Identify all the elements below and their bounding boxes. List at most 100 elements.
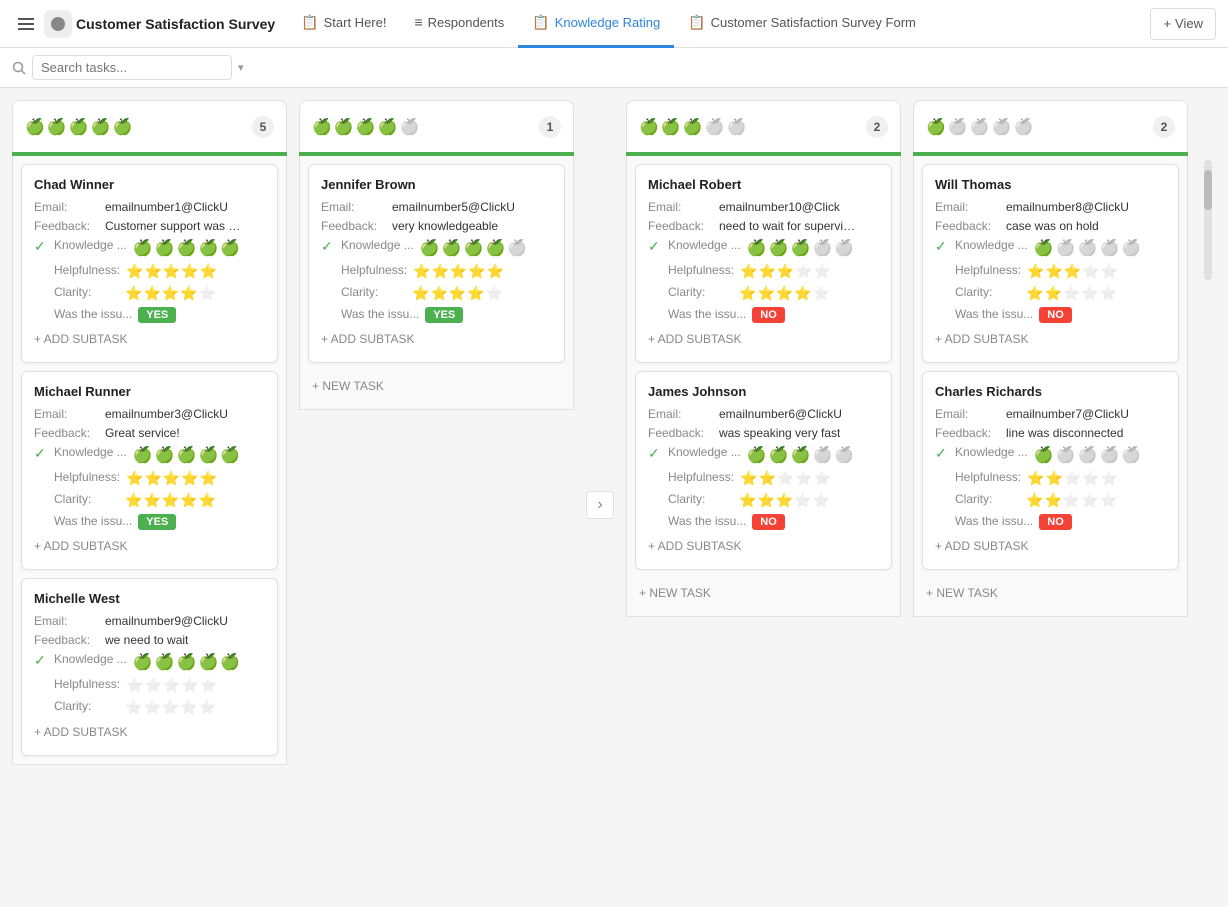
- star-filled: ⭐: [162, 492, 179, 509]
- add-subtask-btn[interactable]: + ADD SUBTASK: [648, 535, 879, 557]
- star-group: ⭐⭐⭐⭐⭐: [413, 263, 504, 280]
- knowledge-label: Knowledge ...: [668, 445, 741, 459]
- add-subtask-btn[interactable]: + ADD SUBTASK: [34, 535, 265, 557]
- apple-gray: 🍏: [1121, 445, 1141, 465]
- issue-label: Was the issu...: [668, 307, 746, 321]
- star-filled: ⭐: [776, 492, 793, 509]
- star-filled: ⭐: [412, 285, 429, 302]
- tab-start-icon: 📋: [301, 14, 318, 31]
- add-subtask-btn[interactable]: + ADD SUBTASK: [935, 535, 1166, 557]
- email-label: Email:: [648, 407, 713, 421]
- task-name: Chad Winner: [34, 177, 265, 192]
- tab-form-label: Customer Satisfaction Survey Form: [711, 15, 916, 30]
- helpfulness-label: Helpfulness:: [668, 263, 734, 277]
- star-filled: ⭐: [739, 492, 756, 509]
- apple-filled: 🍏: [133, 652, 153, 672]
- column-header: 🍏🍏🍏🍏🍏 1: [299, 100, 574, 152]
- star-empty: ⭐: [795, 470, 812, 487]
- apple-gray: 🍏: [1078, 445, 1098, 465]
- issue-label: Was the issu...: [341, 307, 419, 321]
- tab-form-icon: 📋: [688, 14, 705, 31]
- knowledge-label: Knowledge ...: [341, 238, 414, 252]
- tab-respondents[interactable]: ≡ Respondents: [400, 0, 518, 48]
- add-subtask-btn[interactable]: + ADD SUBTASK: [935, 328, 1166, 350]
- issue-row: Was the issu... YES: [34, 307, 265, 323]
- col-apple-gray: 🍏: [992, 117, 1012, 137]
- feedback-label: Feedback:: [34, 219, 99, 233]
- email-row: Email: emailnumber3@ClickU: [34, 407, 265, 421]
- star-filled: ⭐: [163, 263, 180, 280]
- issue-row: Was the issu... NO: [935, 514, 1166, 530]
- tab-start[interactable]: 📋 Start Here!: [287, 0, 400, 48]
- apple-group: 🍏🍏🍏🍏🍏: [420, 238, 528, 258]
- star-group: ⭐⭐⭐⭐⭐: [1027, 263, 1118, 280]
- tab-knowledge[interactable]: 📋 Knowledge Rating: [518, 0, 674, 48]
- apple-gray: 🍏: [1121, 238, 1141, 258]
- star-group: ⭐⭐⭐⭐⭐: [126, 470, 217, 487]
- star-empty: ⭐: [1081, 285, 1098, 302]
- star-filled: ⭐: [200, 470, 217, 487]
- feedback-label: Feedback:: [935, 426, 1000, 440]
- apple-filled: 🍏: [747, 238, 767, 258]
- helpfulness-label: Helpfulness:: [668, 470, 734, 484]
- tab-form[interactable]: 📋 Customer Satisfaction Survey Form: [674, 0, 930, 48]
- column-body: Chad Winner Email: emailnumber1@ClickU F…: [12, 156, 287, 765]
- add-subtask-btn[interactable]: + ADD SUBTASK: [321, 328, 552, 350]
- col-apple-filled: 🍏: [91, 117, 111, 137]
- star-empty: ⭐: [162, 699, 179, 716]
- helpfulness-label: Helpfulness:: [955, 263, 1021, 277]
- task-card: Michael Robert Email: emailnumber10@Clic…: [635, 164, 892, 363]
- knowledge-row: ✓ Knowledge ... 🍏🍏🍏🍏🍏: [34, 445, 265, 465]
- new-task-btn[interactable]: + NEW TASK: [922, 578, 1179, 608]
- task-name: Michael Runner: [34, 384, 265, 399]
- feedback-label: Feedback:: [935, 219, 1000, 233]
- add-subtask-btn[interactable]: + ADD SUBTASK: [34, 721, 265, 743]
- star-filled: ⭐: [413, 263, 430, 280]
- search-dropdown-arrow[interactable]: ▾: [238, 61, 244, 74]
- star-group: ⭐⭐⭐⭐⭐: [1026, 492, 1117, 509]
- feedback-row: Feedback: line was disconnected: [935, 426, 1166, 440]
- add-subtask-btn[interactable]: + ADD SUBTASK: [648, 328, 879, 350]
- email-value: emailnumber6@ClickU: [719, 407, 842, 421]
- star-filled: ⭐: [181, 263, 198, 280]
- task-card: Charles Richards Email: emailnumber7@Cli…: [922, 371, 1179, 570]
- knowledge-label: Knowledge ...: [54, 238, 127, 252]
- star-empty: ⭐: [144, 677, 161, 694]
- new-task-btn[interactable]: + NEW TASK: [635, 578, 892, 608]
- email-row: Email: emailnumber10@Click: [648, 200, 879, 214]
- star-empty: ⭐: [814, 263, 831, 280]
- email-label: Email:: [34, 614, 99, 628]
- feedback-label: Feedback:: [34, 633, 99, 647]
- apple-filled: 🍏: [220, 445, 240, 465]
- star-empty: ⭐: [143, 699, 160, 716]
- col-apple-gray: 🍏: [400, 117, 420, 137]
- apple-gray: 🍏: [812, 238, 832, 258]
- star-empty: ⭐: [125, 699, 142, 716]
- star-filled: ⭐: [758, 470, 775, 487]
- email-row: Email: emailnumber9@ClickU: [34, 614, 265, 628]
- search-bar: ▾: [0, 48, 1228, 88]
- clarity-label: Clarity:: [668, 285, 733, 299]
- star-empty: ⭐: [126, 677, 143, 694]
- issue-badge: NO: [752, 307, 785, 323]
- check-icon: ✓: [935, 238, 949, 255]
- star-filled: ⭐: [450, 263, 467, 280]
- issue-label: Was the issu...: [955, 514, 1033, 528]
- apple-gray: 🍏: [507, 238, 527, 258]
- hamburger-menu[interactable]: [12, 12, 40, 36]
- apple-gray: 🍏: [1056, 238, 1076, 258]
- task-card: Jennifer Brown Email: emailnumber5@Click…: [308, 164, 565, 363]
- search-input[interactable]: [32, 55, 232, 80]
- column: 🍏🍏🍏🍏🍏 1 Jennifer Brown Email: emailnumbe…: [299, 100, 574, 410]
- column: 🍏🍏🍏🍏🍏 5 Chad Winner Email: emailnumber1@…: [12, 100, 287, 765]
- apple-group: 🍏🍏🍏🍏🍏: [133, 238, 241, 258]
- new-task-btn[interactable]: + NEW TASK: [308, 371, 565, 401]
- add-subtask-btn[interactable]: + ADD SUBTASK: [34, 328, 265, 350]
- email-label: Email:: [648, 200, 713, 214]
- apple-gray: 🍏: [1099, 238, 1119, 258]
- feedback-label: Feedback:: [34, 426, 99, 440]
- star-filled: ⭐: [199, 492, 216, 509]
- column-arrow-btn[interactable]: ›: [586, 491, 614, 519]
- view-button[interactable]: + View: [1150, 8, 1216, 40]
- email-label: Email:: [34, 200, 99, 214]
